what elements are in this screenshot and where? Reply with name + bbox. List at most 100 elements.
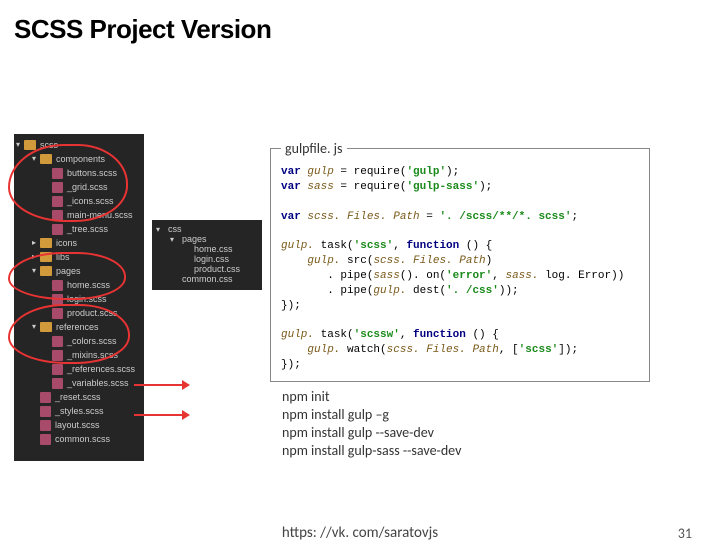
file-icon: [52, 196, 63, 207]
tree-item-label: scss: [40, 139, 58, 151]
tree-item-label: _icons.scss: [67, 195, 114, 207]
code-snippet: var gulp = require('gulp'); var sass = r…: [281, 165, 639, 373]
tree-item-label: common.scss: [55, 433, 110, 445]
file-icon: [52, 336, 63, 347]
tree-item-label: _mixins.scss: [67, 349, 118, 361]
chevron-down-icon: ▾: [16, 139, 24, 151]
folder-icon: [40, 238, 52, 248]
folder-icon: [40, 154, 52, 164]
tree-file[interactable]: layout.scss: [16, 418, 142, 432]
folder-icon: [40, 252, 52, 262]
tree-item-label: product.scss: [67, 307, 118, 319]
tree-file[interactable]: common.css: [154, 274, 260, 284]
tree-file[interactable]: _variables.scss: [16, 376, 142, 390]
tree-folder[interactable]: ▸ libs: [16, 250, 142, 264]
tree-item-label: product.css: [194, 264, 240, 274]
chevron-down-icon: ▾: [32, 265, 40, 277]
tree-file[interactable]: main-menu.scss: [16, 208, 142, 222]
tree-file[interactable]: product.scss: [16, 306, 142, 320]
file-icon: [52, 210, 63, 221]
tree-item-label: _references.scss: [67, 363, 135, 375]
tree-file[interactable]: buttons.scss: [16, 166, 142, 180]
tree-file[interactable]: _styles.scss: [16, 404, 142, 418]
code-box: gulpfile. js var gulp = require('gulp');…: [270, 140, 650, 382]
tree-file[interactable]: _icons.scss: [16, 194, 142, 208]
tree-item-label: libs: [56, 251, 70, 263]
file-icon: [52, 308, 63, 319]
tree-item-label: pages: [182, 234, 207, 244]
file-icon: [40, 434, 51, 445]
tree-file[interactable]: login.scss: [16, 292, 142, 306]
css-file-tree: ▾css▾ pageshome.csslogin.cssproduct.cssco…: [152, 220, 262, 290]
chevron-down-icon: ▾: [32, 321, 40, 333]
folder-icon: [24, 140, 36, 150]
tree-item-label: icons: [56, 237, 77, 249]
content-area: ▾scss▾componentsbuttons.scss_grid.scss_i…: [14, 134, 650, 461]
tree-item-label: common.css: [182, 274, 233, 284]
chevron-down-icon: ▾: [170, 235, 178, 244]
tree-folder[interactable]: ▾ pages: [154, 234, 260, 244]
tree-folder[interactable]: ▾ pages: [16, 264, 142, 278]
tree-file[interactable]: _grid.scss: [16, 180, 142, 194]
tree-root[interactable]: ▾ scss: [16, 138, 142, 152]
scss-file-tree: ▾scss▾componentsbuttons.scss_grid.scss_i…: [14, 134, 144, 461]
tree-item-label: login.css: [194, 254, 229, 264]
tree-root[interactable]: ▾css: [154, 224, 260, 234]
file-icon: [52, 280, 63, 291]
page-number: 31: [678, 525, 692, 542]
file-icon: [52, 168, 63, 179]
tree-item-label: components: [56, 153, 105, 165]
tree-item-label: _tree.scss: [67, 223, 108, 235]
file-icon: [52, 378, 63, 389]
file-icon: [40, 392, 51, 403]
tree-folder[interactable]: ▾ components: [16, 152, 142, 166]
tree-folder[interactable]: ▾ references: [16, 320, 142, 334]
file-icon: [52, 224, 63, 235]
tree-file[interactable]: _references.scss: [16, 362, 142, 376]
tree-item-label: references: [56, 321, 99, 333]
file-icon: [40, 420, 51, 431]
tree-file[interactable]: _reset.scss: [16, 390, 142, 404]
folder-icon: [40, 322, 52, 332]
tree-item-label: _styles.scss: [55, 405, 104, 417]
tree-file[interactable]: product.css: [154, 264, 260, 274]
tree-item-label: _grid.scss: [67, 181, 108, 193]
tree-item-label: home.css: [194, 244, 233, 254]
tree-file[interactable]: home.scss: [16, 278, 142, 292]
tree-item-label: login.scss: [67, 293, 107, 305]
file-icon: [40, 406, 51, 417]
file-icon: [52, 294, 63, 305]
command-line: npm install gulp –g: [282, 406, 650, 424]
right-column: gulpfile. js var gulp = require('gulp');…: [270, 134, 650, 461]
command-line: npm init: [282, 388, 650, 406]
slide-title: SCSS Project Version: [14, 14, 720, 45]
tree-item-label: layout.scss: [55, 419, 100, 431]
code-box-legend: gulpfile. js: [281, 140, 347, 157]
chevron-right-icon: ▸: [32, 237, 40, 249]
tree-file[interactable]: _tree.scss: [16, 222, 142, 236]
file-icon: [52, 364, 63, 375]
tree-item-label: css: [168, 224, 182, 234]
tree-file[interactable]: common.scss: [16, 432, 142, 446]
tree-file[interactable]: _mixins.scss: [16, 348, 142, 362]
npm-commands: npm initnpm install gulp –gnpm install g…: [282, 388, 650, 461]
tree-item-label: buttons.scss: [67, 167, 117, 179]
tree-folder[interactable]: ▸ icons: [16, 236, 142, 250]
tree-item-label: _variables.scss: [67, 377, 129, 389]
folder-icon: [40, 266, 52, 276]
footer-url: https: //vk. com/saratovjs: [0, 524, 720, 542]
tree-file[interactable]: login.css: [154, 254, 260, 264]
command-line: npm install gulp-sass --save-dev: [282, 442, 650, 460]
tree-item-label: _colors.scss: [67, 335, 117, 347]
tree-file[interactable]: _colors.scss: [16, 334, 142, 348]
command-line: npm install gulp --save-dev: [282, 424, 650, 442]
file-icon: [52, 182, 63, 193]
tree-item-label: home.scss: [67, 279, 110, 291]
tree-file[interactable]: home.css: [154, 244, 260, 254]
file-icon: [52, 350, 63, 361]
tree-item-label: pages: [56, 265, 81, 277]
tree-item-label: _reset.scss: [55, 391, 101, 403]
chevron-down-icon: ▾: [32, 153, 40, 165]
tree-item-label: main-menu.scss: [67, 209, 133, 221]
chevron-right-icon: ▸: [32, 251, 40, 263]
